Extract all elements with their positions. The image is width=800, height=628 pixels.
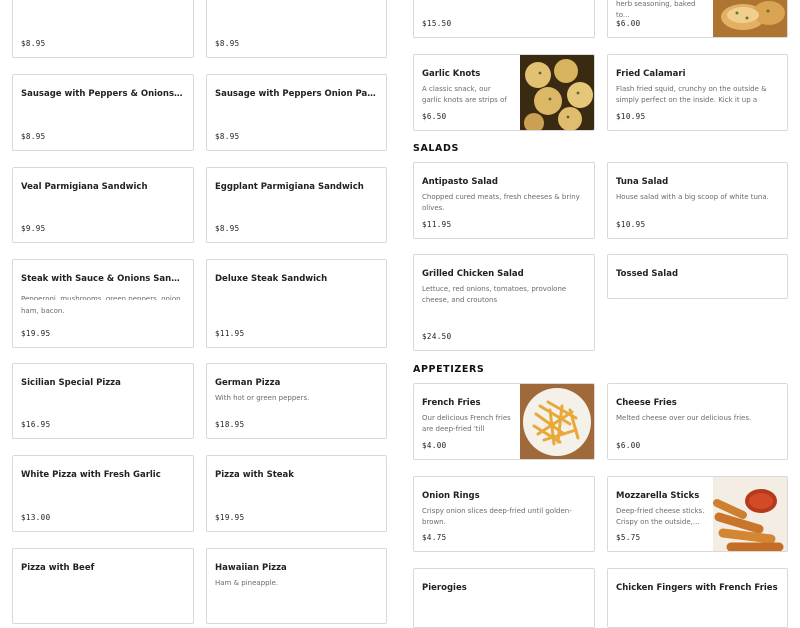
menu-item-card[interactable]: Tossed Salad [607,254,788,299]
item-name: Mozzarella Sticks [616,491,700,501]
garlic-knots-image [520,55,594,130]
item-name: Pizza with Beef [21,563,95,573]
item-price: $4.75 [422,533,447,542]
garlic-bread-image [713,0,787,37]
item-description: Lettuce, red onions, tomatoes, provolone… [422,285,567,304]
item-price: $6.00 [616,19,641,28]
item-description: Our delicious French fries are deep-frie… [422,414,511,433]
item-price: $5.75 [616,533,641,542]
menu-item-card[interactable]: $8.95 [12,0,194,58]
item-name: Deluxe Steak Sandwich [215,274,328,284]
item-name: Steak with Sauce & Onions Sandwich [21,274,185,284]
item-name: Veal Parmigiana Sandwich [21,182,148,192]
item-name: French Fries [422,398,481,408]
menu-item-card[interactable]: Pizza with Beef [12,548,194,624]
menu-item-card[interactable]: Sicilian Special Pizza $16.95 [12,363,194,439]
menu-item-card[interactable]: Garlic Knots A classic snack, our garlic… [413,54,595,131]
menu-item-card[interactable]: Onion Rings Crispy onion slices deep-fri… [413,476,595,552]
item-price: $6.00 [616,441,641,450]
menu-item-card[interactable]: Grilled Chicken Salad Lettuce, red onion… [413,254,595,351]
item-description-overlap: Pepperoni, mushrooms, green peppers, oni… [21,295,183,300]
menu-item-card[interactable]: Eggplant Parmigiana Sandwich $8.95 [206,167,387,243]
item-price: $18.95 [215,420,245,429]
item-description: Flash fried squid, crunchy on the outsid… [616,85,767,104]
section-title-salads: SALADS [413,143,459,154]
menu-item-card[interactable]: Tuna Salad House salad with a big scoop … [607,162,788,239]
menu-item-card[interactable]: Antipasto Salad Chopped cured meats, fre… [413,162,595,239]
item-price: $10.95 [616,112,646,121]
menu-item-card[interactable]: White Pizza with Fresh Garlic $13.00 [12,455,194,532]
item-name: Sicilian Special Pizza [21,378,121,388]
item-name: Fried Calamari [616,69,686,79]
item-price: $19.95 [215,513,245,522]
item-description: Deep-fried cheese sticks. Crispy on the … [616,507,705,526]
menu-item-card[interactable]: Sausage with Peppers Onion Parm... $8.95 [206,74,387,151]
menu-item-card[interactable]: Sausage with Peppers & Onions Sandwich $… [12,74,194,151]
menu-item-card[interactable]: German Pizza With hot or green peppers. … [206,363,387,439]
menu-item-card[interactable]: Deluxe Steak Sandwich $11.95 [206,259,387,348]
item-name: Pierogies [422,583,467,593]
item-description: ham, bacon. [21,307,65,315]
item-price: $8.95 [21,132,46,141]
menu-item-card[interactable]: Pierogies [413,568,595,628]
section-title-appetizers: APPETIZERS [413,364,485,375]
menu-item-card[interactable]: Fried Calamari Flash fried squid, crunch… [607,54,788,131]
item-price: $11.95 [215,329,245,338]
item-price: $8.95 [215,224,240,233]
menu-item-card[interactable]: Veal Parmigiana Sandwich $9.95 [12,167,194,243]
item-price: $9.95 [21,224,46,233]
item-name: Antipasto Salad [422,177,498,187]
menu-item-card[interactable]: Mozzarella Sticks Deep-fried cheese stic… [607,476,788,552]
item-price: $8.95 [215,132,240,141]
item-name: Cheese Fries [616,398,677,408]
item-name: Hawaiian Pizza [215,563,287,573]
mozzarella-sticks-image [713,477,787,551]
menu-item-card[interactable]: Pizza with Steak $19.95 [206,455,387,532]
item-price: $8.95 [215,39,240,48]
item-name: Sausage with Peppers Onion Parm... [215,89,378,99]
item-price: $11.95 [422,220,452,229]
item-description: With hot or green peppers. [215,394,310,402]
item-description: Melted cheese over our delicious fries. [616,414,752,422]
item-name: German Pizza [215,378,281,388]
item-price: $10.95 [616,220,646,229]
item-description: herb seasoning, baked to... [616,0,696,19]
item-description: House salad with a big scoop of white tu… [616,193,769,201]
item-name: Onion Rings [422,491,480,501]
item-name: Eggplant Parmigiana Sandwich [215,182,364,192]
item-price: $6.50 [422,112,447,121]
item-price: $16.95 [21,420,51,429]
item-description: Crispy onion slices deep-fried until gol… [422,507,572,526]
item-name: White Pizza with Fresh Garlic [21,470,161,480]
menu-item-card[interactable]: herb seasoning, baked to... $6.00 [607,0,788,38]
menu-item-card[interactable]: Steak with Sauce & Onions Sandwich Peppe… [12,259,194,348]
item-name: Grilled Chicken Salad [422,269,524,279]
menu-item-card[interactable]: Cheese Fries Melted cheese over our deli… [607,383,788,460]
menu-item-card[interactable]: French Fries Our delicious French fries … [413,383,595,460]
item-name: Garlic Knots [422,69,481,79]
item-description: A classic snack, our garlic knots are st… [422,85,507,104]
item-name: Sausage with Peppers & Onions Sandwich [21,89,185,99]
menu-item-card[interactable]: Chicken Fingers with French Fries [607,568,788,628]
item-name: Tuna Salad [616,177,669,187]
item-name: Tossed Salad [616,269,679,279]
item-name: Chicken Fingers with French Fries [616,583,778,593]
item-price: $4.00 [422,441,447,450]
item-name: Pizza with Steak [215,470,294,480]
menu-item-card[interactable]: $15.50 [413,0,595,38]
item-price: $13.00 [21,513,51,522]
item-price: $8.95 [21,39,46,48]
french-fries-image [520,384,594,459]
item-price: $15.50 [422,19,452,28]
item-description: Ham & pineapple. [215,579,279,587]
item-price: $19.95 [21,329,51,338]
item-description: Chopped cured meats, fresh cheeses & bri… [422,193,580,212]
item-price: $24.50 [422,332,452,341]
menu-item-card[interactable]: $8.95 [206,0,387,58]
menu-item-card[interactable]: Hawaiian Pizza Ham & pineapple. [206,548,387,624]
